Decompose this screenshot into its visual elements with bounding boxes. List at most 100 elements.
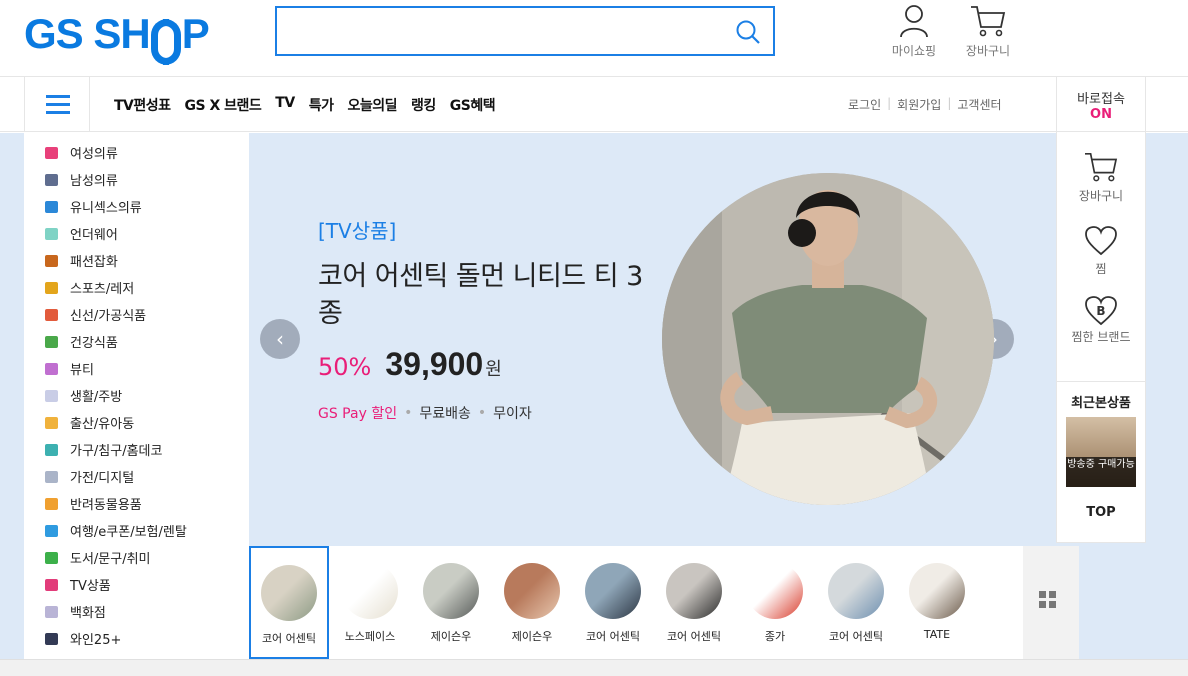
category-item[interactable]: 남성의류 [24,166,249,193]
category-label: 여성의류 [70,147,118,162]
prev-slide-button[interactable]: ‹ [260,319,300,359]
category-item[interactable]: 신선/가공식품 [24,301,249,328]
mypage-label: 마이쇼핑 [891,44,937,58]
category-item[interactable]: 와인25+ [24,625,249,652]
category-icon [45,281,58,294]
category-icon [45,308,58,321]
hero-banner-info[interactable]: [TV상품] 코어 어센틱 돌먼 니티드 티 3종 50% 39,900 원 G… [318,215,648,423]
category-item[interactable]: 언더웨어 [24,220,249,247]
hero-tag: [TV상품] [318,219,397,243]
product-thumbnail[interactable]: TATE [897,546,977,659]
menu-gs-x-brand[interactable]: GS X 브랜드 [185,95,262,115]
thumbnail-image [342,563,398,619]
product-thumbnail[interactable]: 코어 어센틱 [573,546,653,659]
category-label: 백화점 [70,606,106,621]
rail-wish-label: 찜 [1095,262,1107,276]
category-item[interactable]: 건강식품 [24,328,249,355]
search-icon[interactable] [735,19,761,45]
product-thumbnail[interactable]: 노스페이스 [330,546,410,659]
category-item[interactable]: 백화점 [24,598,249,625]
rail-brand-wish-button[interactable]: B 찜한 브랜드 [1057,296,1145,345]
category-label: 도서/문구/취미 [70,552,151,567]
category-label: 여행/e쿠폰/보험/렌탈 [70,525,187,540]
view-all-button[interactable] [1023,546,1079,659]
category-label: 출산/유아동 [70,417,135,432]
category-icon [45,632,58,645]
category-item[interactable]: TV상품 [24,571,249,598]
category-icon [45,227,58,240]
menu-tv[interactable]: TV [275,95,295,115]
currency-unit: 원 [485,359,502,380]
recent-product-thumb[interactable]: 방송중 구매가능 [1066,417,1136,487]
search-box [275,6,775,56]
sale-price: 39,900 [385,346,484,382]
product-thumbnail[interactable]: 제이슨우 [411,546,491,659]
category-sidebar: 여성의류남성의류유니섹스의류언더웨어패션잡화스포츠/레저 신선/가공식품건강식품뷰… [24,133,249,659]
heart-icon [1085,226,1117,256]
category-label: 유니섹스의류 [70,201,142,216]
quick-access-label: 바로접속 [1077,92,1125,107]
thumbnail-label: 노스페이스 [344,630,396,643]
thumbnail-label: 코어 어센틱 [666,630,722,643]
category-item[interactable]: 여성의류 [24,139,249,166]
category-label: 생활/주방 [70,390,123,405]
category-label: 언더웨어 [70,228,118,243]
header: GS SH P 마이쇼핑 장바구니 [0,0,1188,76]
category-icon [45,524,58,537]
thumbnail-image [504,563,560,619]
product-thumbnail[interactable]: 종가 [735,546,815,659]
product-thumbnail[interactable]: 코어 어센틱 [816,546,896,659]
rail-wish-button[interactable]: 찜 [1057,226,1145,277]
category-item[interactable]: 도서/문구/취미 [24,544,249,571]
category-item[interactable]: 생활/주방 [24,382,249,409]
hamburger-line [46,111,70,114]
main-menu: TV편성표 GS X 브랜드 TV 특가 오늘의딜 랭킹 GS혜택 [114,95,509,115]
signup-link[interactable]: 회원가입 [897,96,941,113]
category-item[interactable]: 여행/e쿠폰/보험/렌탈 [24,517,249,544]
scroll-top-button[interactable]: TOP [1057,505,1145,520]
category-item[interactable]: 출산/유아동 [24,409,249,436]
cart-button[interactable]: 장바구니 [958,4,1018,59]
rail-cart-button[interactable]: 장바구니 [1057,151,1145,204]
menu-special[interactable]: 특가 [309,95,334,115]
product-thumbnail[interactable]: 제이슨우 [492,546,572,659]
category-item[interactable]: 패션잡화 [24,247,249,274]
menu-today-deal[interactable]: 오늘의딜 [347,95,397,115]
category-label: 패션잡화 [70,255,118,270]
category-icon [45,470,58,483]
category-item[interactable]: 스포츠/레저 [24,274,249,301]
category-item[interactable]: 뷰티 [24,355,249,382]
category-item[interactable]: 가전/디지털 [24,463,249,490]
category-icon [45,200,58,213]
category-item[interactable]: 반려동물용품 [24,490,249,517]
product-thumbnail[interactable]: 코어 어센틱 [249,546,329,659]
category-label: TV상품 [70,579,111,594]
support-link[interactable]: 고객센터 [957,96,1001,113]
thumbnail-image [828,563,884,619]
category-item[interactable]: 가구/침구/홈데코 [24,436,249,463]
login-link[interactable]: 로그인 [848,96,881,113]
gs-shop-logo[interactable]: GS SH P [24,10,210,65]
mypage-button[interactable]: 마이쇼핑 [884,4,944,59]
divider: • [404,405,413,421]
on-air-badge: 방송중 구매가능 [1066,457,1136,487]
search-input[interactable] [277,8,717,54]
quick-access-toggle[interactable]: 바로접속 ON [1056,77,1146,133]
category-label: 건강식품 [70,336,118,351]
category-label: 가전/디지털 [70,471,135,486]
menu-ranking[interactable]: 랭킹 [411,95,436,115]
category-icon [45,335,58,348]
product-thumbnail-strip: 코어 어센틱 노스페이스 제이슨우 제이슨우 코어 어센틱 코어 어센틱 종가 코어 어센틱 T… [249,546,1023,659]
grid-icon [1039,591,1056,608]
category-menu-button[interactable] [24,77,90,132]
menu-gs-benefit[interactable]: GS혜택 [450,95,496,115]
hero-product-image[interactable] [662,173,994,505]
category-item[interactable]: 유니섹스의류 [24,193,249,220]
thumbnail-label: 코어 어센틱 [585,630,641,643]
rail-brand-wish-label: 찜한 브랜드 [1071,330,1131,344]
thumbnail-label: 제이슨우 [430,630,472,643]
menu-tv-schedule[interactable]: TV편성표 [114,95,171,115]
cart-icon [971,6,1006,37]
product-thumbnail[interactable]: 코어 어센틱 [654,546,734,659]
thumbnail-image [423,563,479,619]
